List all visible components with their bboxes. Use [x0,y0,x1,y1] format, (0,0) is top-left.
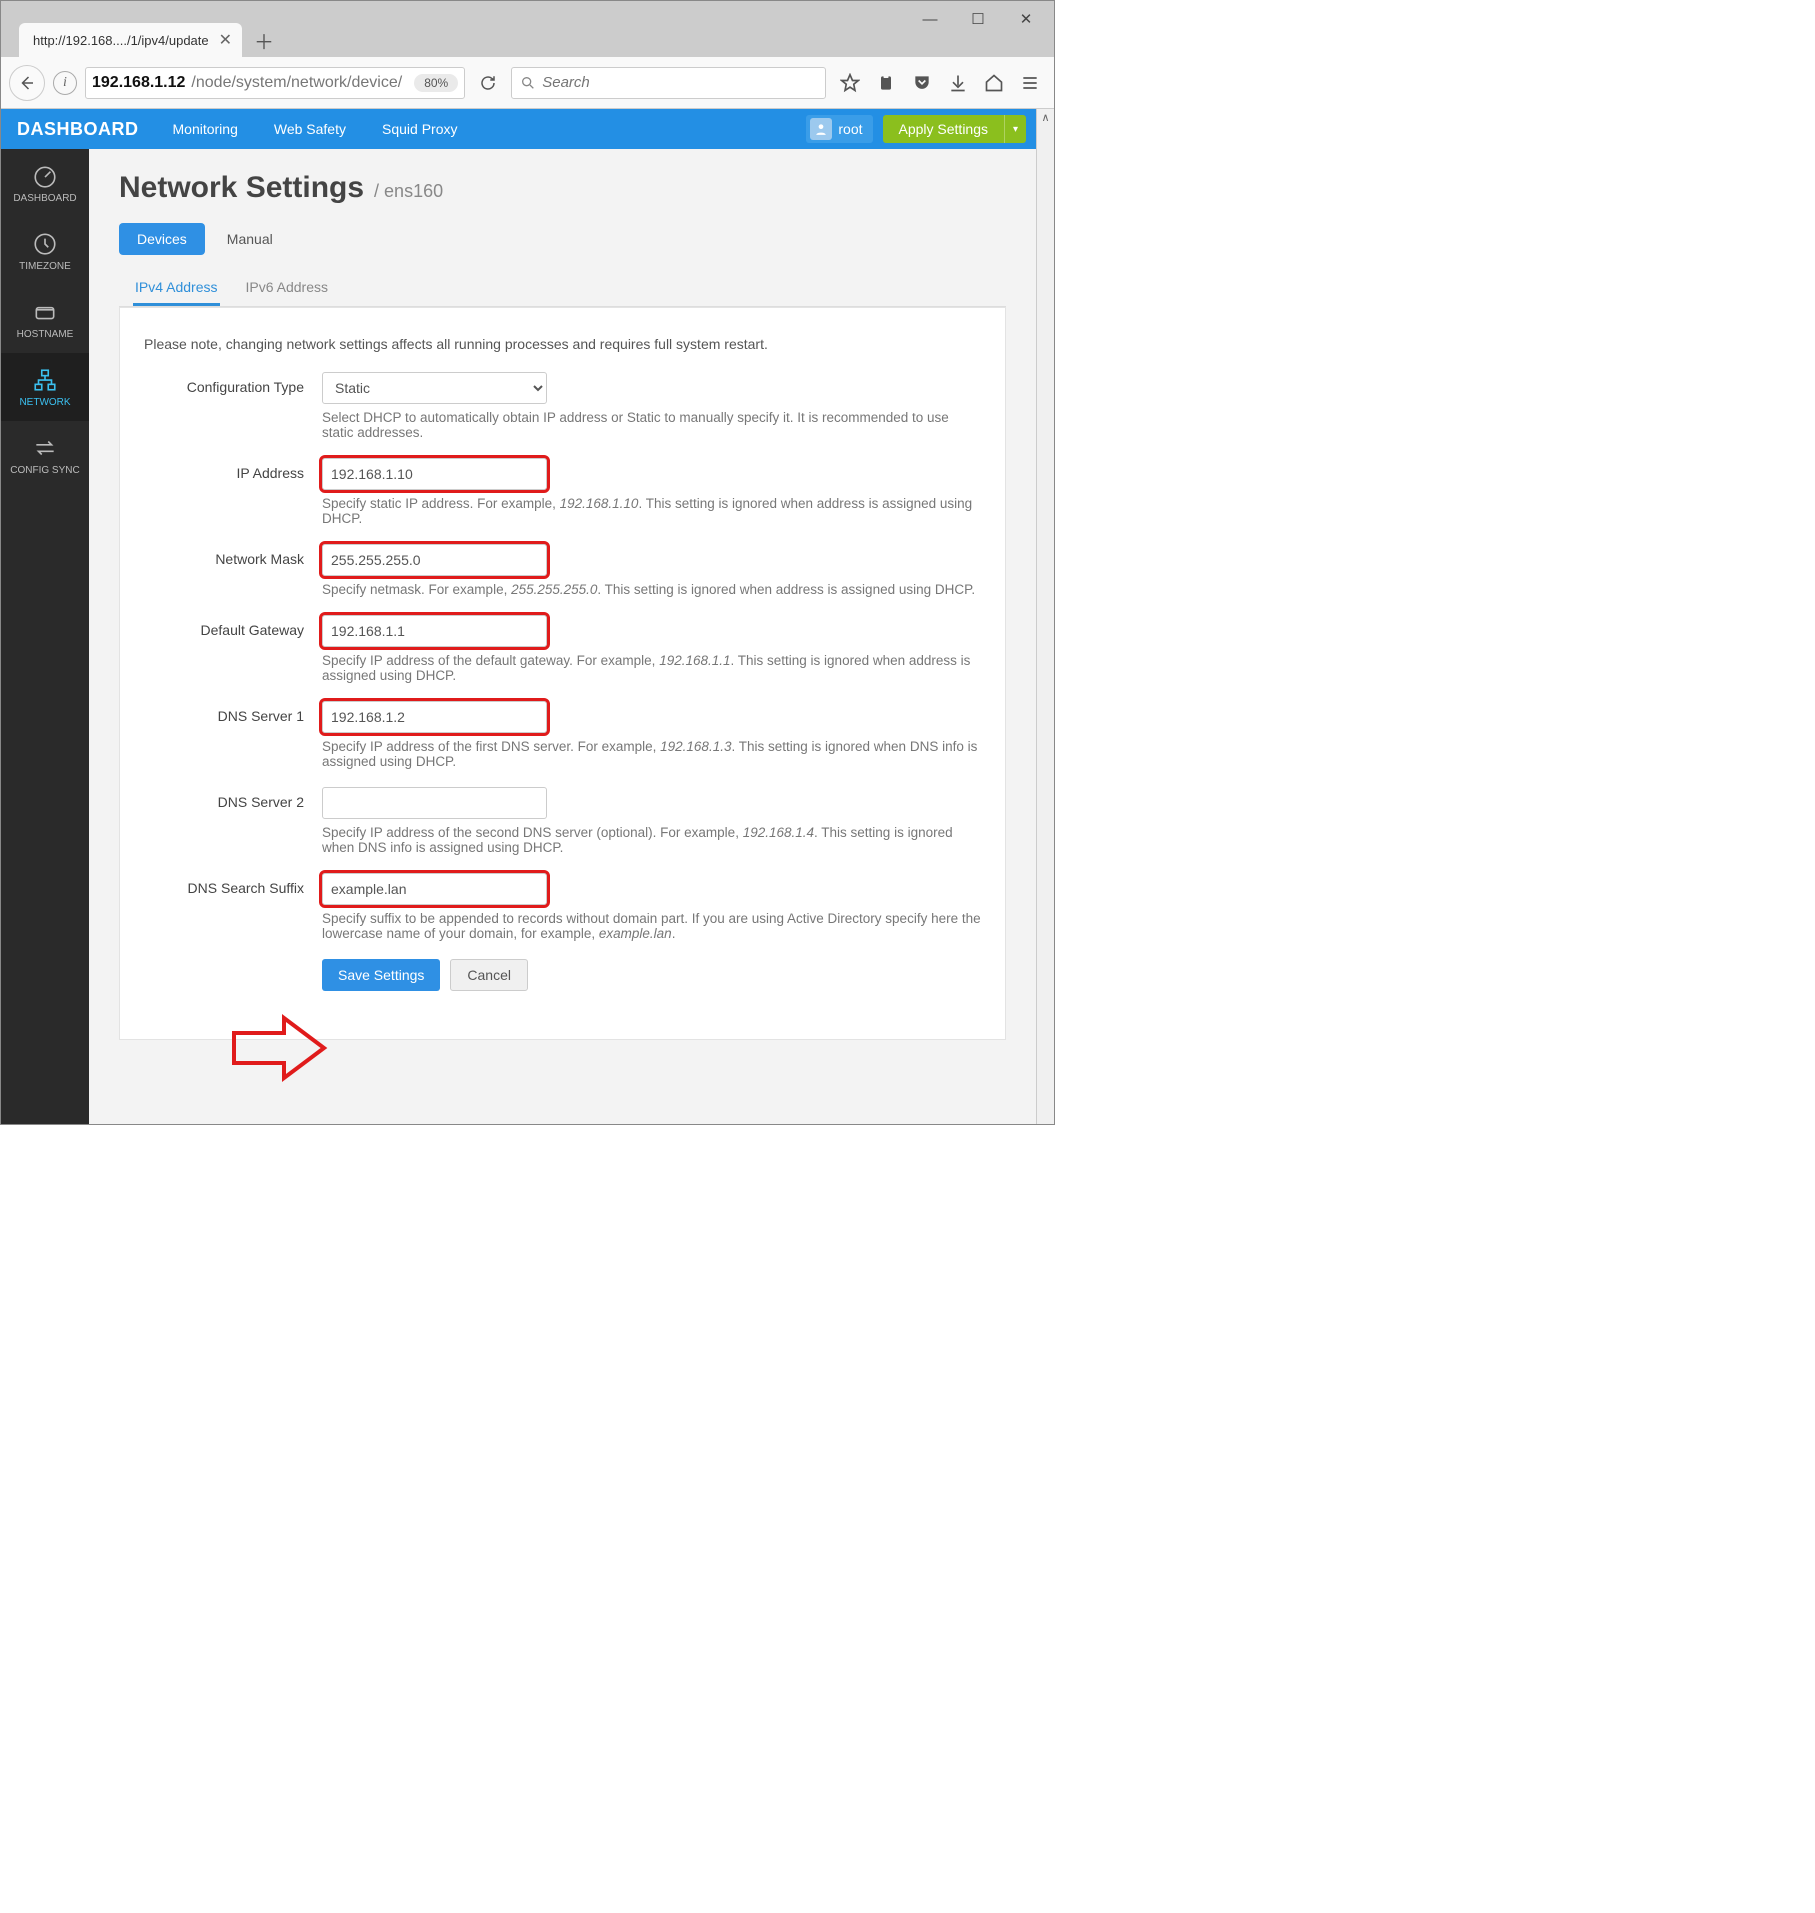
help-gw: Specify IP address of the default gatewa… [322,653,981,683]
window-maximize-button[interactable]: ☐ [964,7,992,31]
ip-input[interactable] [322,458,547,490]
sidebar-item-label: TIMEZONE [19,261,71,272]
help-mask: Specify netmask. For example, 255.255.25… [322,582,981,597]
home-icon [984,73,1004,93]
page-title: Network Settings / ens160 [119,171,1006,205]
star-icon [840,73,860,93]
cancel-button[interactable]: Cancel [450,959,528,991]
label-mask: Network Mask [132,544,322,567]
bookmark-button[interactable] [838,71,862,95]
sidebar-item-timezone[interactable]: TIMEZONE [1,217,89,285]
breadcrumb: / ens160 [374,181,443,202]
search-icon [520,75,536,91]
clipboard-button[interactable] [874,71,898,95]
gauge-icon [32,163,58,189]
main-content: Network Settings / ens160 Devices Manual… [89,149,1036,1124]
clipboard-icon [876,73,896,93]
apply-settings-dropdown[interactable]: ▾ [1004,115,1026,143]
settings-panel: Please note, changing network settings a… [119,307,1006,1040]
scrollbar[interactable]: ∧ [1036,109,1054,1124]
help-ip: Specify static IP address. For example, … [322,496,981,526]
sidebar-item-network[interactable]: NETWORK [1,353,89,421]
back-button[interactable] [9,65,45,101]
zoom-level[interactable]: 80% [414,74,458,92]
help-suffix: Specify suffix to be appended to records… [322,911,981,941]
gateway-input[interactable] [322,615,547,647]
tab-ipv4[interactable]: IPv4 Address [133,271,220,306]
apply-settings-group: Apply Settings ▾ [883,115,1027,143]
browser-tab-title: http://192.168..../1/ipv4/update [33,33,209,48]
help-config-type: Select DHCP to automatically obtain IP a… [322,410,981,440]
tab-manual[interactable]: Manual [209,223,291,255]
search-input[interactable] [542,74,817,91]
new-tab-button[interactable]: ＋ [250,26,278,54]
window-close-button[interactable]: ✕ [1012,7,1040,31]
save-button[interactable]: Save Settings [322,959,440,991]
pill-tabs: Devices Manual [119,223,1006,255]
panel-note: Please note, changing network settings a… [144,336,981,352]
sidebar: DASHBOARD TIMEZONE HOSTNAME NETWORK [1,149,89,1124]
clock-icon [32,231,58,257]
downloads-button[interactable] [946,71,970,95]
sidebar-item-configsync[interactable]: CONFIG SYNC [1,421,89,489]
page-title-text: Network Settings [119,171,364,205]
help-dns2: Specify IP address of the second DNS ser… [322,825,981,855]
reload-icon [479,74,497,92]
annotation-arrow-icon [229,1013,329,1083]
suffix-input[interactable] [322,873,547,905]
home-button[interactable] [982,71,1006,95]
pocket-icon [912,73,932,93]
user-name: root [838,121,862,137]
config-type-select[interactable]: Static [322,372,547,404]
apply-settings-button[interactable]: Apply Settings [883,115,1005,143]
window-minimize-button[interactable]: — [916,7,944,31]
browser-toolbar: i 192.168.1.12/node/system/network/devic… [1,57,1054,109]
app-brand[interactable]: DASHBOARD [1,119,155,140]
pocket-button[interactable] [910,71,934,95]
sidebar-item-label: DASHBOARD [13,193,76,204]
browser-tab[interactable]: http://192.168..../1/ipv4/update ✕ [19,23,242,57]
nav-monitoring[interactable]: Monitoring [155,109,256,149]
url-domain: 192.168.1.12 [92,74,185,92]
label-suffix: DNS Search Suffix [132,873,322,896]
menu-button[interactable] [1018,71,1042,95]
close-tab-icon[interactable]: ✕ [219,30,232,50]
sidebar-item-label: NETWORK [19,397,70,408]
nav-squidproxy[interactable]: Squid Proxy [364,109,475,149]
reload-button[interactable] [473,68,503,98]
nav-websafety[interactable]: Web Safety [256,109,364,149]
arrow-left-icon [18,74,36,92]
help-dns1: Specify IP address of the first DNS serv… [322,739,981,769]
dns1-input[interactable] [322,701,547,733]
app-header: DASHBOARD Monitoring Web Safety Squid Pr… [1,109,1036,149]
url-path: /node/system/network/device/ [191,74,402,92]
sidebar-item-label: HOSTNAME [17,329,74,340]
label-ip: IP Address [132,458,322,481]
label-dns1: DNS Server 1 [132,701,322,724]
disk-icon [32,299,58,325]
tab-ipv6[interactable]: IPv6 Address [244,271,331,306]
label-dns2: DNS Server 2 [132,787,322,810]
window-titlebar: http://192.168..../1/ipv4/update ✕ ＋ — ☐… [1,1,1054,57]
network-icon [32,367,58,393]
download-icon [948,73,968,93]
search-bar[interactable] [511,67,826,99]
line-tabs: IPv4 Address IPv6 Address [119,271,1006,307]
sync-icon [32,435,58,461]
tab-devices[interactable]: Devices [119,223,205,255]
label-config-type: Configuration Type [132,372,322,395]
site-info-icon[interactable]: i [53,71,77,95]
label-gw: Default Gateway [132,615,322,638]
mask-input[interactable] [322,544,547,576]
scroll-up-icon[interactable]: ∧ [1041,109,1049,126]
sidebar-item-hostname[interactable]: HOSTNAME [1,285,89,353]
address-bar[interactable]: 192.168.1.12/node/system/network/device/… [85,67,465,99]
hamburger-icon [1020,73,1040,93]
sidebar-item-dashboard[interactable]: DASHBOARD [1,149,89,217]
avatar-icon [810,118,832,140]
user-chip[interactable]: root [806,115,872,143]
sidebar-item-label: CONFIG SYNC [10,465,79,476]
dns2-input[interactable] [322,787,547,819]
